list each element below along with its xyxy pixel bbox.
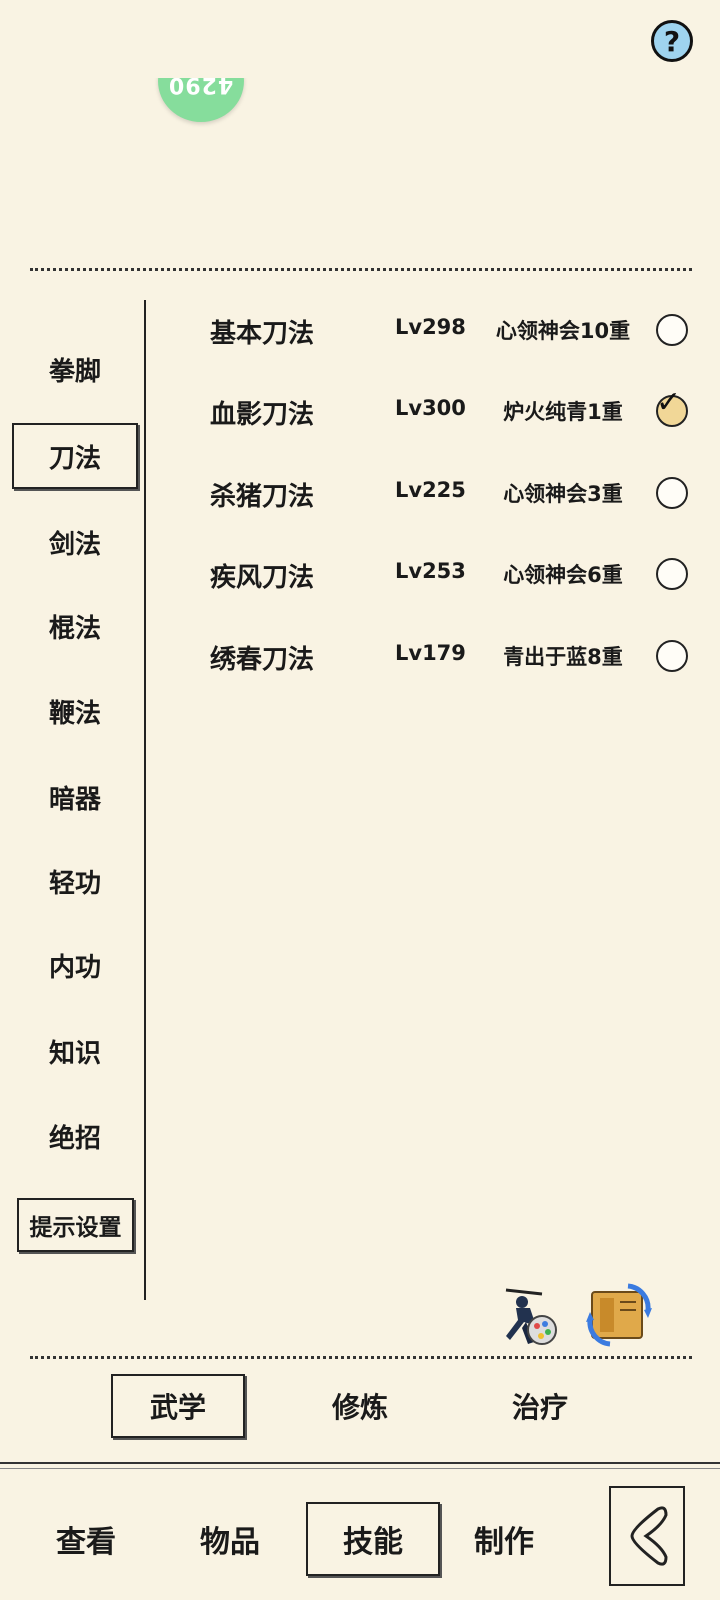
- skill-name: 疾风刀法: [210, 563, 315, 593]
- skill-level: Lv179: [395, 641, 466, 665]
- skill-level: Lv225: [395, 478, 466, 502]
- nav-tab-skills[interactable]: 技能: [306, 1502, 440, 1576]
- tip-settings-button[interactable]: 提示设置: [17, 1198, 134, 1252]
- category-gunfa[interactable]: 棍法: [12, 593, 138, 659]
- subtab-xiulian[interactable]: 修炼: [293, 1374, 427, 1438]
- category-zhishi[interactable]: 知识: [12, 1018, 138, 1084]
- skill-radio[interactable]: [656, 558, 688, 590]
- skill-state: 心领神会10重: [495, 319, 631, 343]
- question-mark-icon: ?: [663, 24, 681, 58]
- skill-level: Lv253: [395, 559, 466, 583]
- category-neigong[interactable]: 内功: [12, 932, 138, 998]
- dotted-divider-top: [30, 268, 692, 271]
- subtab-zhiliao[interactable]: 治疗: [473, 1374, 607, 1438]
- skill-radio[interactable]: [656, 477, 688, 509]
- swordsman-palette-icon[interactable]: [496, 1282, 562, 1348]
- checkmark-icon: ✓: [656, 385, 682, 420]
- skill-state: 心领神会3重: [503, 482, 623, 506]
- back-arrow-icon: [630, 1506, 668, 1566]
- skill-row[interactable]: 血影刀法 Lv300 炉火纯青1重 ✓: [210, 385, 690, 436]
- sidebar-divider: [144, 300, 146, 1300]
- subtab-wuxue[interactable]: 武学: [111, 1374, 245, 1438]
- nav-separator: [0, 1462, 720, 1469]
- skill-row[interactable]: 疾风刀法 Lv253 心领神会6重: [210, 549, 690, 599]
- skill-name: 血影刀法: [210, 400, 315, 430]
- skill-name: 绣春刀法: [210, 645, 315, 675]
- category-quanjiao[interactable]: 拳脚: [12, 336, 138, 402]
- skill-name: 基本刀法: [210, 319, 315, 349]
- category-daofa[interactable]: 刀法: [12, 423, 138, 489]
- skill-state: 心领神会6重: [503, 563, 623, 587]
- nav-tab-craft[interactable]: 制作: [437, 1502, 571, 1576]
- category-jianfa[interactable]: 剑法: [12, 509, 138, 575]
- book-refresh-icon[interactable]: [584, 1280, 654, 1350]
- category-qinggong[interactable]: 轻功: [12, 848, 138, 914]
- skill-state: 青出于蓝8重: [503, 645, 623, 669]
- skill-row[interactable]: 杀猪刀法 Lv225 心领神会3重: [210, 468, 690, 518]
- category-bianfa[interactable]: 鞭法: [12, 678, 138, 744]
- skill-state: 炉火纯青1重: [503, 400, 623, 424]
- skill-name: 杀猪刀法: [210, 482, 315, 512]
- skill-radio[interactable]: [656, 314, 688, 346]
- dotted-divider-bottom: [30, 1356, 692, 1359]
- skill-radio-checked[interactable]: ✓: [656, 385, 688, 427]
- nav-tab-view[interactable]: 查看: [19, 1502, 153, 1576]
- coin-mask: [140, 0, 260, 78]
- back-button[interactable]: [609, 1486, 685, 1586]
- category-anqi[interactable]: 暗器: [12, 764, 138, 830]
- skill-row[interactable]: 绣春刀法 Lv179 青出于蓝8重: [210, 631, 690, 681]
- nav-tab-items[interactable]: 物品: [163, 1502, 297, 1576]
- skill-level: Lv300: [395, 396, 466, 420]
- category-juezhao[interactable]: 绝招: [12, 1103, 138, 1169]
- skill-level: Lv298: [395, 315, 466, 339]
- skill-radio[interactable]: [656, 640, 688, 672]
- help-button[interactable]: ?: [651, 20, 693, 62]
- skill-row[interactable]: 基本刀法 Lv298 心领神会10重: [210, 305, 690, 355]
